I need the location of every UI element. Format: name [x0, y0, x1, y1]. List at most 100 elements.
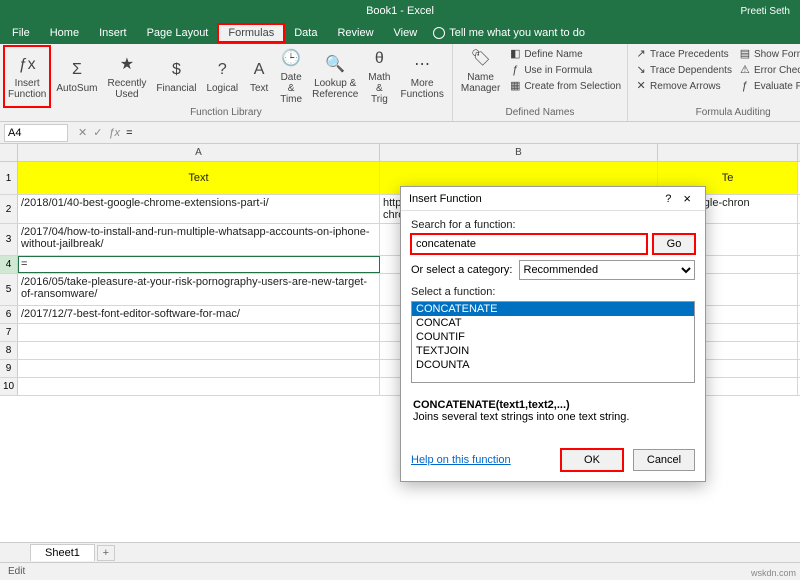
- mode-indicator: Edit: [8, 566, 25, 577]
- fx-icon[interactable]: ƒx: [108, 127, 120, 139]
- row-header[interactable]: 2: [0, 195, 18, 223]
- list-item[interactable]: CONCATENATE: [412, 302, 694, 316]
- row-header[interactable]: 4: [0, 256, 18, 273]
- search-label: Search for a function:: [411, 219, 695, 231]
- list-item[interactable]: CONCAT: [412, 316, 694, 330]
- list-item[interactable]: DCOUNTA: [412, 358, 694, 372]
- tab-data[interactable]: Data: [284, 24, 327, 42]
- cell[interactable]: [18, 342, 380, 359]
- formula-bar[interactable]: ✕ ✓ ƒx =: [72, 126, 139, 139]
- cancel-button[interactable]: Cancel: [633, 449, 695, 471]
- select-all-corner[interactable]: [0, 144, 18, 161]
- text-button[interactable]: AText: [244, 46, 274, 107]
- cell[interactable]: Text: [18, 162, 380, 194]
- text-icon: A: [248, 59, 270, 81]
- formula-bar-row: ✕ ✓ ƒx =: [0, 122, 800, 144]
- remove-arrows-button[interactable]: ✕Remove Arrows: [632, 78, 734, 94]
- more-icon: ⋯: [411, 54, 433, 76]
- autosum-button[interactable]: ΣAutoSum: [52, 46, 101, 107]
- function-desc-text: Joins several text strings into one text…: [413, 411, 629, 423]
- create-from-selection-button[interactable]: ▦Create from Selection: [506, 78, 623, 94]
- define-icon: ◧: [508, 47, 522, 61]
- watermark: wskdn.com: [751, 568, 796, 578]
- cell[interactable]: [18, 378, 380, 395]
- error-checking-button[interactable]: ⚠Error Checking: [736, 62, 800, 78]
- cell[interactable]: /2016/05/take-pleasure-at-your-risk-porn…: [18, 274, 380, 305]
- tab-formulas[interactable]: Formulas: [218, 24, 284, 42]
- cancel-icon[interactable]: ✕: [78, 126, 87, 139]
- group-label: Formula Auditing: [632, 107, 800, 119]
- tab-file[interactable]: File: [2, 24, 40, 42]
- new-sheet-button[interactable]: +: [97, 545, 115, 561]
- tab-view[interactable]: View: [384, 24, 428, 42]
- insert-function-button[interactable]: ƒxInsert Function: [4, 46, 50, 107]
- dialog-title: Insert Function: [409, 193, 659, 205]
- row-header[interactable]: 1: [0, 162, 18, 194]
- enter-icon[interactable]: ✓: [93, 126, 102, 139]
- row-header[interactable]: 5: [0, 274, 18, 305]
- fx-icon: ƒx: [16, 54, 38, 76]
- logical-icon: ?: [211, 59, 233, 81]
- logical-button[interactable]: ?Logical: [202, 46, 242, 107]
- cell[interactable]: /2018/01/40-best-google-chrome-extension…: [18, 195, 380, 223]
- col-header-c[interactable]: [658, 144, 798, 161]
- cell[interactable]: [18, 324, 380, 341]
- tell-me[interactable]: Tell me what you want to do: [433, 27, 585, 39]
- col-header-a[interactable]: A: [18, 144, 380, 161]
- cell[interactable]: [18, 360, 380, 377]
- evaluate-formula-button[interactable]: ƒEvaluate Formula: [736, 78, 800, 94]
- dialog-titlebar[interactable]: Insert Function ? ×: [401, 187, 705, 211]
- go-button[interactable]: Go: [653, 234, 695, 254]
- workbook-title: Book1 - Excel: [366, 5, 434, 17]
- close-icon[interactable]: ×: [677, 191, 697, 206]
- dependent-icon: ↘: [634, 63, 648, 77]
- ok-button[interactable]: OK: [561, 449, 623, 471]
- show-icon: ▤: [738, 47, 752, 61]
- define-name-button[interactable]: ◧Define Name: [506, 46, 623, 62]
- insert-function-dialog: Insert Function ? × Search for a functio…: [400, 186, 706, 482]
- math-button[interactable]: θMath & Trig: [364, 46, 394, 107]
- cell[interactable]: /2017/04/how-to-install-and-run-multiple…: [18, 224, 380, 255]
- account-name[interactable]: Preeti Seth: [741, 6, 790, 17]
- list-item[interactable]: COUNTIF: [412, 330, 694, 344]
- category-label: Or select a category:: [411, 264, 513, 276]
- tell-me-label: Tell me what you want to do: [449, 27, 585, 39]
- date-time-button[interactable]: 🕒Date & Time: [276, 46, 306, 107]
- row-header[interactable]: 9: [0, 360, 18, 377]
- help-icon[interactable]: ?: [659, 193, 677, 205]
- tab-review[interactable]: Review: [327, 24, 383, 42]
- row-header[interactable]: 3: [0, 224, 18, 255]
- create-icon: ▦: [508, 79, 522, 93]
- name-box[interactable]: [4, 124, 68, 142]
- more-functions-button[interactable]: ⋯More Functions: [397, 46, 448, 107]
- tab-page-layout[interactable]: Page Layout: [137, 24, 219, 42]
- financial-button[interactable]: $Financial: [152, 46, 200, 107]
- cell[interactable]: /2017/12/7-best-font-editor-software-for…: [18, 306, 380, 323]
- tab-insert[interactable]: Insert: [89, 24, 137, 42]
- trace-dependents-button[interactable]: ↘Trace Dependents: [632, 62, 734, 78]
- group-defined-names: 🏷Name Manager ◧Define Name ƒUse in Formu…: [453, 44, 628, 121]
- group-formula-auditing: ↗Trace Precedents ↘Trace Dependents ✕Rem…: [628, 44, 800, 121]
- row-header[interactable]: 8: [0, 342, 18, 359]
- help-link[interactable]: Help on this function: [411, 454, 551, 466]
- sheet-tab[interactable]: Sheet1: [30, 544, 95, 561]
- list-item[interactable]: TEXTJOIN: [412, 344, 694, 358]
- function-description: CONCATENATE(text1,text2,...) Joins sever…: [411, 393, 695, 433]
- col-header-b[interactable]: B: [380, 144, 658, 161]
- tag-icon: 🏷: [470, 48, 492, 70]
- tab-home[interactable]: Home: [40, 24, 89, 42]
- row-header[interactable]: 10: [0, 378, 18, 395]
- use-in-formula-button[interactable]: ƒUse in Formula: [506, 62, 623, 78]
- trace-precedents-button[interactable]: ↗Trace Precedents: [632, 46, 734, 62]
- active-cell[interactable]: =: [18, 256, 380, 273]
- recently-used-button[interactable]: ★Recently Used: [104, 46, 151, 107]
- lookup-button[interactable]: 🔍Lookup & Reference: [308, 46, 362, 107]
- function-list[interactable]: CONCATENATE CONCAT COUNTIF TEXTJOIN DCOU…: [411, 301, 695, 383]
- remove-icon: ✕: [634, 79, 648, 93]
- name-manager-button[interactable]: 🏷Name Manager: [457, 46, 504, 96]
- category-select[interactable]: Recommended: [519, 260, 696, 280]
- search-input[interactable]: [411, 234, 647, 254]
- row-header[interactable]: 6: [0, 306, 18, 323]
- show-formulas-button[interactable]: ▤Show Formulas: [736, 46, 800, 62]
- row-header[interactable]: 7: [0, 324, 18, 341]
